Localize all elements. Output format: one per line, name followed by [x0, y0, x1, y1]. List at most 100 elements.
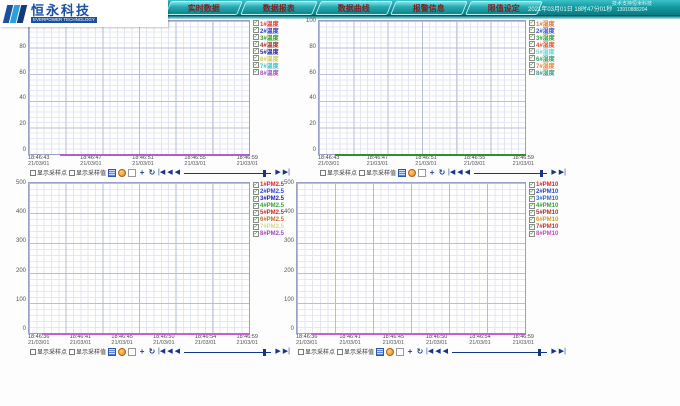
skip-start-icon[interactable]: |◀ — [158, 348, 165, 356]
legend-checkbox-icon[interactable]: ✓ — [253, 34, 259, 40]
chart-plot-area[interactable] — [28, 20, 250, 155]
clock-icon[interactable] — [118, 169, 126, 177]
pan-icon[interactable]: + — [138, 348, 146, 356]
legend-checkbox-icon[interactable]: ✓ — [529, 41, 535, 47]
legend-checkbox-icon[interactable]: ✓ — [529, 69, 535, 75]
chart-plot-area[interactable] — [296, 182, 526, 334]
show-sample-points-checkbox[interactable]: 显示采样点 — [298, 347, 335, 356]
report-icon[interactable] — [398, 169, 406, 177]
tab-alarm-info[interactable]: 报警信息 — [390, 1, 468, 15]
step-back-icon[interactable]: ◀ — [167, 348, 172, 356]
legend-checkbox-icon[interactable]: ✓ — [529, 196, 535, 202]
skip-start-icon[interactable]: |◀ — [448, 169, 455, 177]
scrollbar-handle[interactable] — [538, 349, 541, 356]
checkbox-icon[interactable] — [359, 170, 365, 176]
legend-checkbox-icon[interactable]: ✓ — [529, 210, 535, 216]
report-icon[interactable] — [108, 169, 116, 177]
refresh-icon[interactable]: ↻ — [148, 169, 156, 177]
show-sample-points-checkbox[interactable]: 显示采样点 — [320, 168, 357, 177]
legend-checkbox-icon[interactable]: ✓ — [529, 62, 535, 68]
legend-checkbox-icon[interactable]: ✓ — [529, 27, 535, 33]
time-scrollbar[interactable] — [472, 169, 549, 177]
legend-checkbox-icon[interactable]: ✓ — [529, 34, 535, 40]
pan-icon[interactable]: + — [406, 348, 414, 356]
step-back-icon[interactable]: ◀ — [435, 348, 440, 356]
scrollbar-handle[interactable] — [540, 170, 543, 177]
legend-checkbox-icon[interactable]: ✓ — [529, 203, 535, 209]
time-scrollbar[interactable] — [450, 348, 549, 356]
legend-checkbox-icon[interactable]: ✓ — [529, 20, 535, 26]
scrollbar-handle[interactable] — [263, 170, 266, 177]
skip-end-icon[interactable]: ▶| — [283, 169, 290, 177]
step-back-icon[interactable]: ◀ — [457, 169, 462, 177]
page-forward-icon[interactable]: ▶ — [275, 169, 280, 177]
legend-checkbox-icon[interactable]: ✓ — [253, 41, 259, 47]
refresh-icon[interactable]: ↻ — [416, 348, 424, 356]
legend-checkbox-icon[interactable]: ✓ — [529, 182, 535, 188]
legend-checkbox-icon[interactable]: ✓ — [529, 224, 535, 230]
step-back-icon[interactable]: ◀ — [167, 169, 172, 177]
chart-plot-area[interactable] — [28, 182, 250, 334]
pan-icon[interactable]: + — [428, 169, 436, 177]
show-sample-values-checkbox[interactable]: 显示采样值 — [359, 168, 396, 177]
skip-start-icon[interactable]: |◀ — [158, 169, 165, 177]
checkbox-icon[interactable] — [69, 170, 75, 176]
show-sample-values-checkbox[interactable]: 显示采样值 — [69, 168, 106, 177]
legend-checkbox-icon[interactable]: ✓ — [529, 48, 535, 54]
pan-icon[interactable]: + — [138, 169, 146, 177]
legend-checkbox-icon[interactable]: ✓ — [253, 182, 259, 188]
show-sample-values-checkbox[interactable]: 显示采样值 — [337, 347, 374, 356]
legend-checkbox-icon[interactable]: ✓ — [253, 210, 259, 216]
legend-checkbox-icon[interactable]: ✓ — [529, 217, 535, 223]
refresh-icon[interactable]: ↻ — [438, 169, 446, 177]
page-back-icon[interactable]: ◀ — [175, 169, 180, 177]
legend-checkbox-icon[interactable]: ✓ — [253, 48, 259, 54]
page-icon[interactable] — [418, 169, 426, 177]
legend-checkbox-icon[interactable]: ✓ — [253, 231, 259, 237]
tab-data-curve[interactable]: 数据曲线 — [315, 1, 393, 15]
page-back-icon[interactable]: ◀ — [175, 348, 180, 356]
legend-checkbox-icon[interactable]: ✓ — [253, 217, 259, 223]
chart-plot-area[interactable] — [318, 20, 526, 155]
page-icon[interactable] — [128, 169, 136, 177]
skip-start-icon[interactable]: |◀ — [426, 348, 433, 356]
page-icon[interactable] — [396, 348, 404, 356]
checkbox-icon[interactable] — [337, 349, 343, 355]
scrollbar-handle[interactable] — [263, 349, 266, 356]
legend-checkbox-icon[interactable]: ✓ — [253, 27, 259, 33]
page-icon[interactable] — [128, 348, 136, 356]
page-forward-icon[interactable]: ▶ — [551, 348, 556, 356]
tab-realtime-data[interactable]: 实时数据 — [165, 1, 243, 15]
legend-checkbox-icon[interactable]: ✓ — [529, 189, 535, 195]
page-back-icon[interactable]: ◀ — [443, 348, 448, 356]
tab-data-report[interactable]: 数据报表 — [240, 1, 318, 15]
show-sample-points-checkbox[interactable]: 显示采样点 — [30, 347, 67, 356]
legend-checkbox-icon[interactable]: ✓ — [253, 69, 259, 75]
time-scrollbar[interactable] — [182, 169, 273, 177]
checkbox-icon[interactable] — [298, 349, 304, 355]
legend-checkbox-icon[interactable]: ✓ — [253, 196, 259, 202]
legend-checkbox-icon[interactable]: ✓ — [253, 224, 259, 230]
legend-checkbox-icon[interactable]: ✓ — [253, 203, 259, 209]
show-sample-values-checkbox[interactable]: 显示采样值 — [69, 347, 106, 356]
page-forward-icon[interactable]: ▶ — [551, 169, 556, 177]
legend-checkbox-icon[interactable]: ✓ — [253, 20, 259, 26]
refresh-icon[interactable]: ↻ — [148, 348, 156, 356]
legend-checkbox-icon[interactable]: ✓ — [253, 189, 259, 195]
page-back-icon[interactable]: ◀ — [465, 169, 470, 177]
clock-icon[interactable] — [386, 348, 394, 356]
checkbox-icon[interactable] — [320, 170, 326, 176]
skip-end-icon[interactable]: ▶| — [559, 169, 566, 177]
checkbox-icon[interactable] — [30, 349, 36, 355]
checkbox-icon[interactable] — [30, 170, 36, 176]
show-sample-points-checkbox[interactable]: 显示采样点 — [30, 168, 67, 177]
skip-end-icon[interactable]: ▶| — [559, 348, 566, 356]
legend-checkbox-icon[interactable]: ✓ — [253, 55, 259, 61]
clock-icon[interactable] — [408, 169, 416, 177]
legend-checkbox-icon[interactable]: ✓ — [253, 62, 259, 68]
clock-icon[interactable] — [118, 348, 126, 356]
report-icon[interactable] — [376, 348, 384, 356]
legend-checkbox-icon[interactable]: ✓ — [529, 55, 535, 61]
report-icon[interactable] — [108, 348, 116, 356]
legend-checkbox-icon[interactable]: ✓ — [529, 231, 535, 237]
